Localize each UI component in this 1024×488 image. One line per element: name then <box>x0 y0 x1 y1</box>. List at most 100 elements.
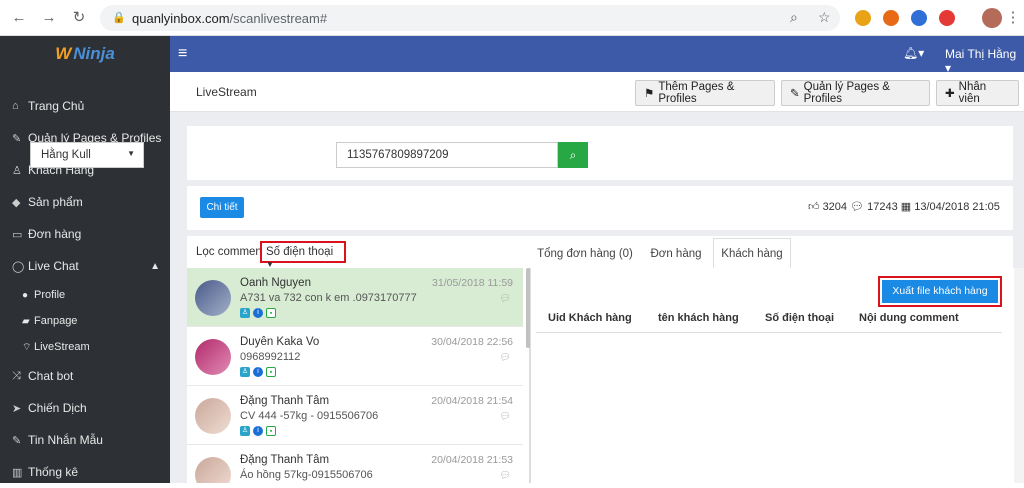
column-header[interactable]: Số điện thoại <box>765 312 834 324</box>
user-icon[interactable]: ♙ <box>240 426 250 436</box>
chat-icon: ◯ <box>12 260 25 273</box>
user-icon[interactable]: ♙ <box>240 367 250 377</box>
divider <box>536 332 1002 333</box>
post-id-input[interactable]: 1135767809897209 <box>336 142 558 168</box>
comment-author: Oanh Nguyen <box>240 277 311 289</box>
lock-icon: 🔒 <box>112 12 126 24</box>
chevron-down-icon: ▼ <box>127 149 135 158</box>
comment-time: 20/04/2018 21:53 <box>431 454 513 466</box>
sidebar-item-chatbot[interactable]: ⤨ Chat bot <box>0 360 170 392</box>
list-item[interactable]: Đặng Thanh Tâm CV 444 -57kg - 0915506706… <box>187 386 523 445</box>
save-icon[interactable]: ▪ <box>266 426 276 436</box>
sidebar-item-label: Trang Chủ <box>28 99 85 113</box>
sidebar-item-livechat[interactable]: ◯ Live Chat ▲ <box>0 250 170 282</box>
export-customers-button[interactable]: Xuất file khách hàng <box>882 280 998 303</box>
comment-text: CV 444 -57kg - 0915506706 <box>240 410 379 422</box>
chevron-up-icon: ▲ <box>150 260 160 272</box>
save-icon[interactable]: ▪ <box>266 308 276 318</box>
bookmark-star-icon[interactable]: ☆ <box>818 9 831 26</box>
comment-time: 20/04/2018 21:54 <box>431 395 513 407</box>
staff-button[interactable]: ✚ Nhân viên <box>936 80 1019 106</box>
user-icon[interactable]: ♙ <box>240 308 250 318</box>
list-item[interactable]: Đặng Thanh Tâm Áo hồng 57kg-0915506706 2… <box>187 445 523 483</box>
info-icon[interactable]: i <box>253 426 263 436</box>
shuffle-icon: ⤨ <box>12 369 21 382</box>
tag-icon: ✎ <box>12 434 22 447</box>
filter-select-value: Số điện thoại <box>266 246 334 258</box>
zoom-icon[interactable]: ⌕ <box>790 9 798 26</box>
tab-label: Đơn hàng <box>650 247 702 260</box>
hamburger-menu-icon[interactable]: ≡ <box>178 45 187 63</box>
export-highlight: Xuất file khách hàng <box>878 276 1002 307</box>
detail-button[interactable]: Chi tiết <box>200 197 244 218</box>
sidebar-item-products[interactable]: ◆ Sản phẩm <box>0 186 170 218</box>
sidebar-item-home[interactable]: ⌂ Trang Chủ <box>0 90 170 122</box>
speech-bubble-icon[interactable]: 💬︎ <box>500 352 511 363</box>
scrollbar[interactable] <box>1014 268 1024 483</box>
list-item[interactable]: Duyên Kaka Vo 0968992112 30/04/2018 22:5… <box>187 327 523 386</box>
filter-select[interactable]: Số điện thoại ▼ <box>260 241 346 269</box>
button-label: Thêm Pages & Profiles <box>658 81 735 105</box>
save-icon[interactable]: ▪ <box>266 367 276 377</box>
comment-time: 31/05/2018 11:59 <box>432 277 513 289</box>
tab-orders[interactable]: Đơn hàng <box>640 238 712 269</box>
column-header[interactable]: Uid Khách hàng <box>548 312 632 324</box>
logo-text: Ninja <box>73 44 115 63</box>
comment-author: Đặng Thanh Tâm <box>240 395 330 407</box>
sidebar-subitem-livestream[interactable]: ⌔ LiveStream <box>0 334 170 360</box>
address-bar[interactable]: 🔒 quanlyinbox.com/scanlivestream# ⌕ ☆ <box>100 5 840 31</box>
speech-bubble-icon[interactable]: 💬︎ <box>500 411 511 422</box>
likes-count: 3204 <box>822 201 848 213</box>
avatar <box>195 280 231 316</box>
tab-total-orders[interactable]: Tổng đơn hàng (0) <box>530 238 640 269</box>
speech-bubble-icon[interactable]: 💬︎ <box>500 470 511 481</box>
sidebar-item-label: Profile <box>34 289 66 301</box>
add-pages-button[interactable]: ⚑ Thêm Pages & Profiles <box>635 80 775 106</box>
comment-text: A731 va 732 con k em .0973170777 <box>240 292 417 304</box>
top-navbar: ≡ 🔔︎▾ Mai Thị Hằng ▾ <box>170 36 1024 75</box>
sidebar-item-templates[interactable]: ✎ Tin Nhắn Mẫu <box>0 424 170 456</box>
comments-count: 17243 <box>867 201 898 213</box>
sidebar-item-campaign[interactable]: ➤ Chiến Dịch <box>0 392 170 424</box>
back-icon[interactable]: ← <box>10 9 28 27</box>
sidebar-subitem-profile[interactable]: ● Profile <box>0 282 170 308</box>
list-item[interactable]: Oanh Nguyen A731 va 732 con k em .097317… <box>187 268 523 327</box>
page-select[interactable]: Hằng Kull ▼ <box>30 142 144 168</box>
speech-bubble-icon[interactable]: 💬︎ <box>500 293 511 304</box>
extension-icon[interactable] <box>939 10 955 26</box>
sidebar-item-label: Thống kê <box>28 465 79 479</box>
menu-dots-icon[interactable]: ⋮ <box>1004 9 1022 27</box>
comment-author: Duyên Kaka Vo <box>240 336 320 348</box>
extension-icon[interactable] <box>911 10 927 26</box>
button-label: Nhân viên <box>958 81 987 105</box>
sidebar-item-label: Live Chat <box>28 259 79 273</box>
info-icon[interactable]: i <box>253 367 263 377</box>
search-button[interactable]: ⌕ <box>558 142 588 168</box>
browser-toolbar: ← → ↻ 🔒 quanlyinbox.com/scanlivestream# … <box>0 0 1024 36</box>
sidebar-item-stats[interactable]: ▥ Thống kê <box>0 456 170 488</box>
info-icon[interactable]: i <box>253 308 263 318</box>
rss-icon: ⌔ <box>22 341 32 353</box>
reload-icon[interactable]: ↻ <box>70 9 88 27</box>
column-header[interactable]: Nội dung comment <box>859 312 959 324</box>
column-header[interactable]: tên khách hàng <box>658 312 739 324</box>
comment-text: Áo hồng 57kg-0915506706 <box>240 469 373 481</box>
tab-customers[interactable]: Khách hàng <box>713 238 791 269</box>
logo[interactable]: W Ninja <box>0 36 170 72</box>
bell-icon[interactable]: 🔔︎▾ <box>903 46 924 60</box>
user-menu[interactable]: Mai Thị Hằng ▾ <box>945 47 1024 75</box>
extension-icon[interactable] <box>855 10 871 26</box>
logo-mark-icon: W <box>55 44 72 63</box>
sidebar-subitem-fanpage[interactable]: ▰ Fanpage <box>0 308 170 334</box>
sidebar-item-label: Sản phẩm <box>28 195 83 209</box>
sidebar-item-orders[interactable]: ▭ Đơn hàng <box>0 218 170 250</box>
user-name: Mai Thị Hằng <box>945 47 1017 61</box>
manage-pages-button[interactable]: ✎ Quản lý Pages & Profiles <box>781 80 930 106</box>
home-icon: ⌂ <box>12 100 19 112</box>
profile-avatar[interactable] <box>982 8 1002 28</box>
forward-icon[interactable]: → <box>40 9 58 27</box>
avatar <box>195 457 231 483</box>
url-path: /scanlivestream# <box>229 11 328 26</box>
card-icon: ▭ <box>12 228 23 241</box>
extension-icon[interactable] <box>883 10 899 26</box>
